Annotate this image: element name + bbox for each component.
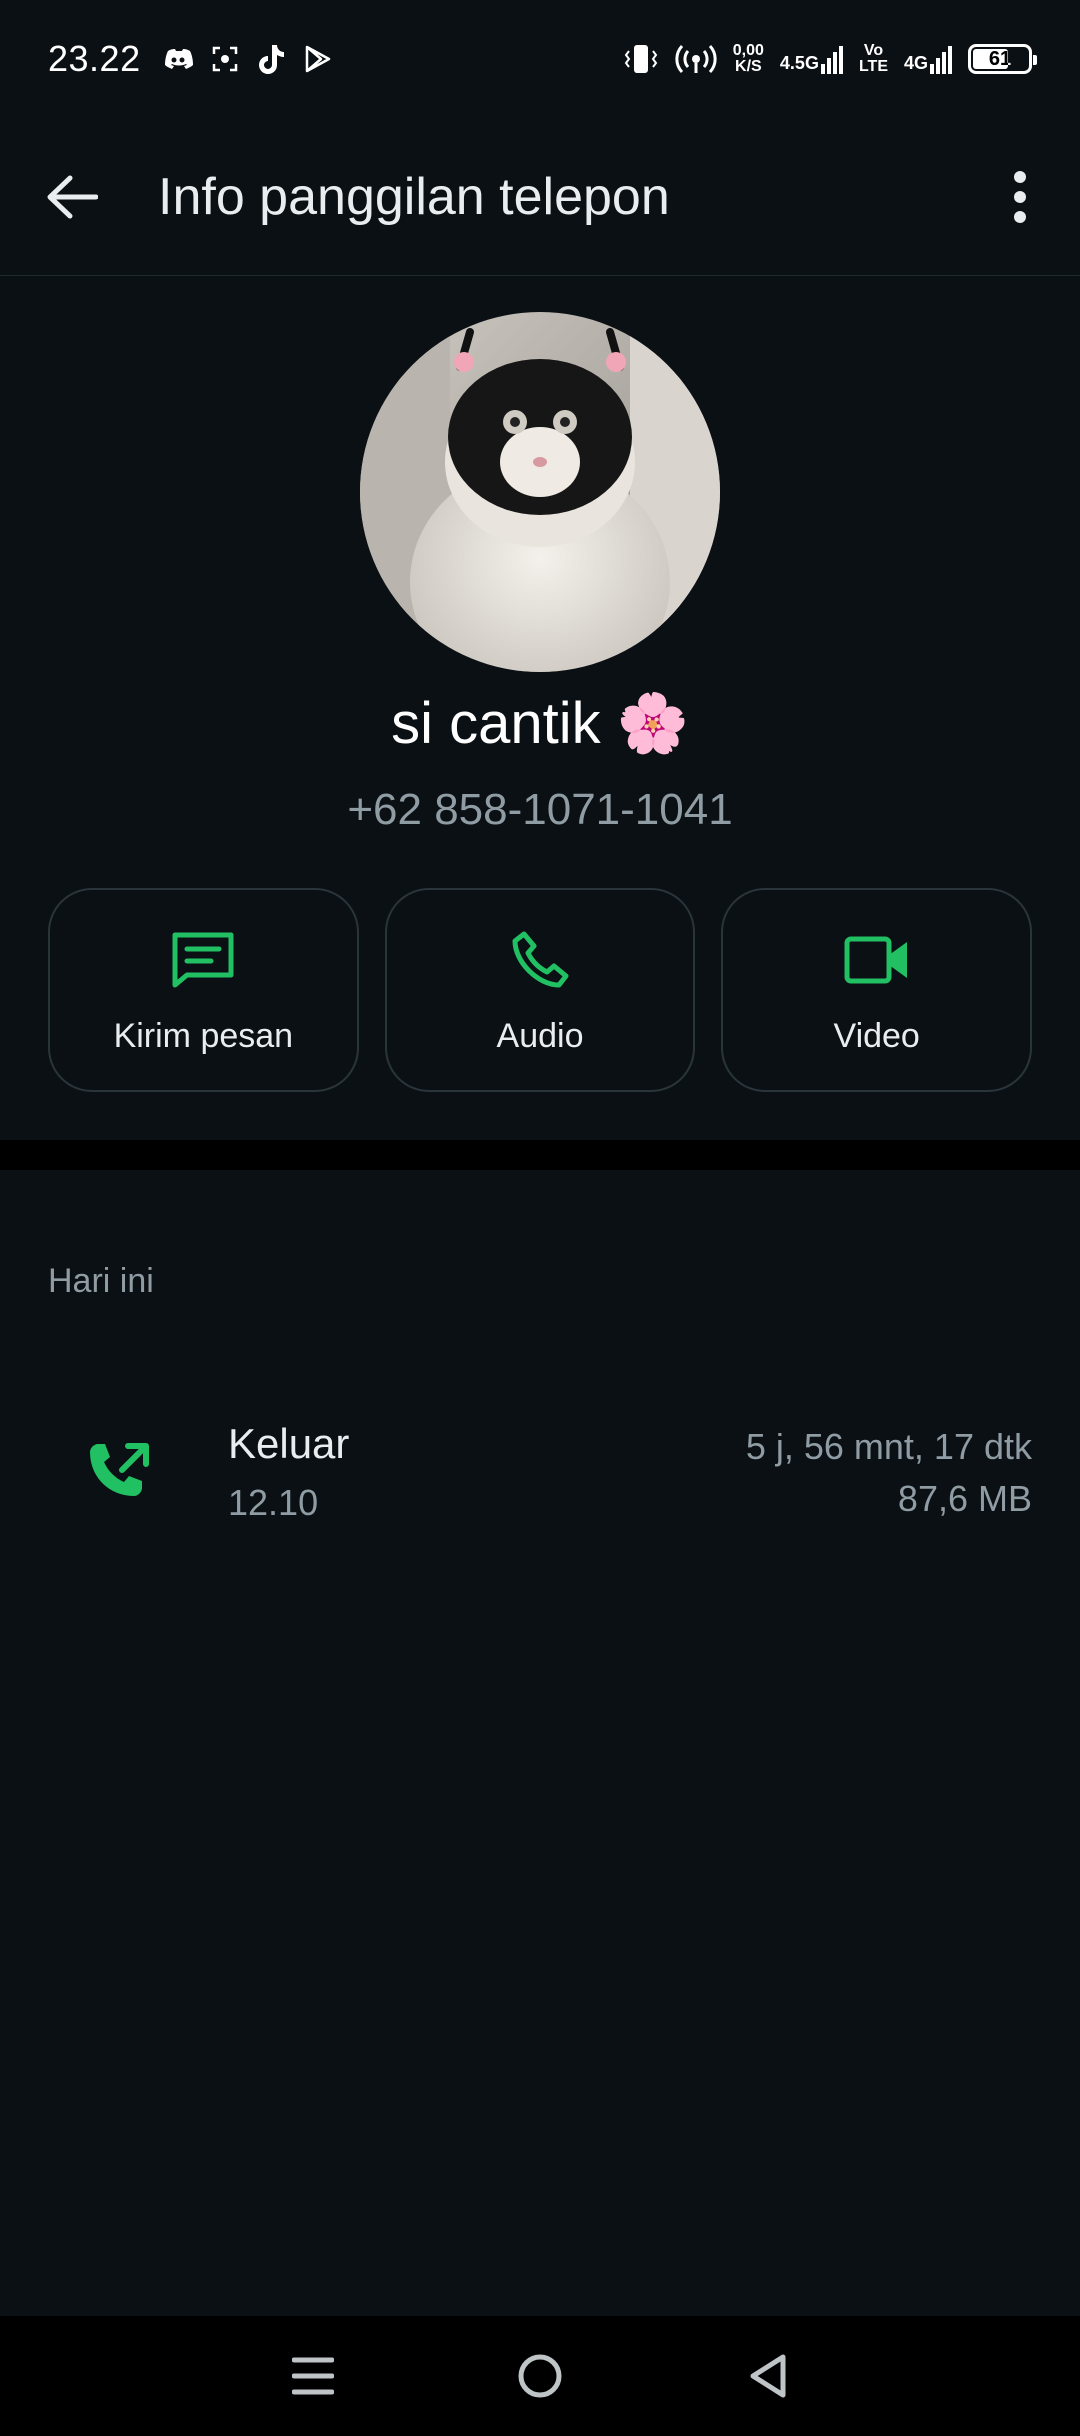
notification-icons — [163, 43, 333, 75]
contact-phone: +62 858-1071-1041 — [347, 785, 733, 834]
volte-indicator: Vo LTE — [859, 43, 888, 75]
message-icon — [172, 932, 234, 987]
audio-call-button[interactable]: Audio — [384, 888, 696, 1092]
system-status-icons: 0,00 K/S 4.5G Vo LTE 4G 61 — [623, 43, 1037, 75]
audio-call-label: Audio — [496, 1016, 584, 1055]
volte-top: Vo — [863, 42, 884, 59]
home-button[interactable] — [500, 2336, 580, 2416]
more-vertical-icon — [1014, 170, 1026, 223]
back-button[interactable] — [42, 167, 102, 227]
video-icon — [844, 936, 907, 983]
network-type-label: 4.5G — [779, 53, 819, 73]
outgoing-call-icon — [90, 1443, 149, 1496]
vibrate-icon — [624, 45, 658, 73]
signal-bars-icon — [820, 46, 843, 74]
battery-level: 61 — [988, 47, 1012, 70]
play-store-icon — [305, 45, 330, 73]
nav-back-button[interactable] — [727, 2336, 807, 2416]
more-options-button[interactable] — [1000, 162, 1040, 232]
date-section-label: Hari ini — [48, 1262, 154, 1300]
status-bar: 23.22 0,00 K/S 4.5G Vo LTE 4G 61 — [0, 0, 1080, 118]
network-type-label-2: 4G — [903, 53, 928, 73]
signal-4g: 4G — [904, 44, 952, 74]
home-circle-icon — [518, 2354, 562, 2398]
page-title: Info panggilan telepon — [158, 167, 670, 226]
back-triangle-icon — [750, 2354, 786, 2398]
video-call-button[interactable]: Video — [721, 888, 1033, 1092]
signal-bars-icon — [930, 46, 952, 74]
action-buttons: Kirim pesan Audio Video — [48, 888, 1033, 1092]
call-time: 12.10 — [228, 1482, 319, 1523]
tiktok-icon — [258, 45, 284, 74]
discord-icon — [164, 49, 193, 69]
network-speed-value: 0,00 — [732, 42, 764, 59]
call-log-row: Keluar 12.10 5 j, 56 mnt, 17 dtk 87,6 MB — [0, 1400, 1080, 1540]
call-duration: 5 j, 56 mnt, 17 dtk — [745, 1426, 1032, 1467]
video-call-label: Video — [833, 1016, 920, 1055]
call-data-size: 87,6 MB — [897, 1478, 1032, 1519]
network-speed-unit: K/S — [735, 58, 762, 75]
status-time: 23.22 — [48, 38, 141, 79]
send-message-label: Kirim pesan — [113, 1016, 294, 1055]
send-message-button[interactable]: Kirim pesan — [48, 888, 359, 1092]
section-divider — [0, 1140, 1080, 1170]
signal-4-5g: 4.5G — [780, 44, 843, 74]
contact-name: si cantik 🌸 — [391, 691, 689, 756]
system-nav-bar — [0, 2316, 1080, 2436]
recents-button[interactable] — [273, 2336, 353, 2416]
phone-icon — [512, 931, 569, 987]
screenshot-icon — [212, 46, 237, 72]
menu-icon — [292, 2357, 335, 2395]
battery-indicator: 61 — [968, 44, 1037, 74]
hotspot-icon — [675, 44, 717, 74]
app-bar: Info panggilan telepon — [0, 118, 1080, 276]
call-direction: Keluar — [228, 1420, 350, 1467]
network-speed: 0,00 K/S — [733, 43, 764, 75]
arrow-left-icon — [47, 175, 98, 218]
cat-avatar-image — [360, 312, 720, 672]
volte-bottom: LTE — [858, 58, 888, 75]
contact-avatar[interactable] — [360, 312, 720, 672]
